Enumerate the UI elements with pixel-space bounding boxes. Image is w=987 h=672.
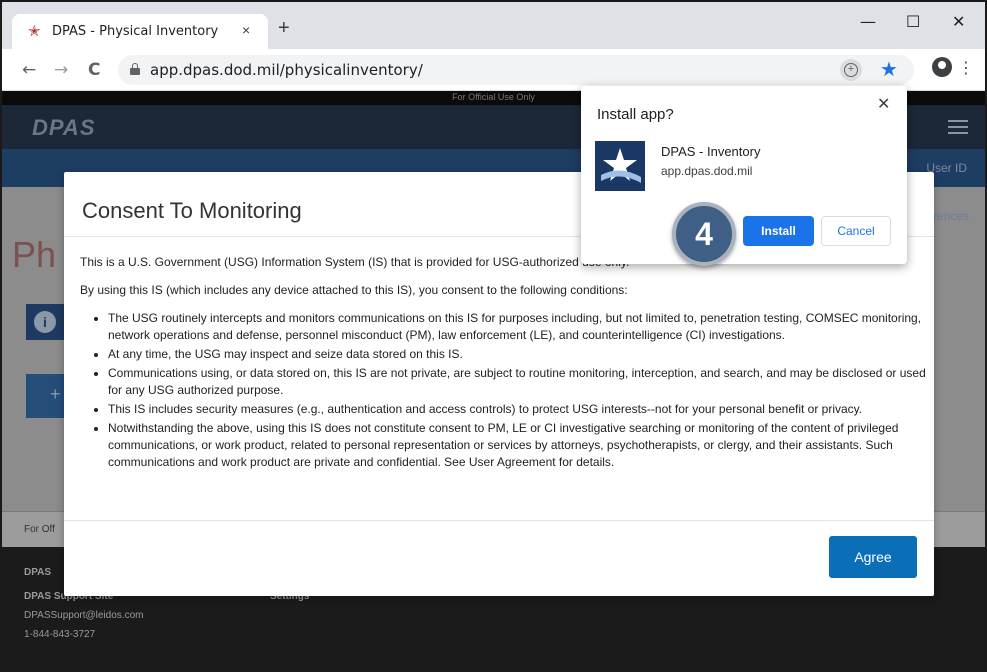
maximize-icon[interactable]: ☐: [906, 12, 920, 31]
condition-item: The USG routinely intercepts and monitor…: [108, 310, 926, 344]
popup-close-icon[interactable]: ✕: [877, 94, 890, 113]
info-icon: i: [34, 311, 56, 333]
condition-item: Notwithstanding the above, using this IS…: [108, 420, 926, 471]
browser-toolbar: ← → C app.dpas.dod.mil/physicalinventory…: [2, 49, 985, 91]
install-app-popup: Install app? ✕ DPAS - Inventory app.dpas…: [581, 86, 907, 264]
hamburger-menu-icon[interactable]: [948, 120, 968, 134]
modal-title: Consent To Monitoring: [82, 198, 302, 223]
minimize-icon[interactable]: —: [860, 12, 876, 31]
info-panel: i: [26, 304, 66, 340]
new-tab-icon[interactable]: +: [278, 18, 290, 38]
account-icon[interactable]: [932, 57, 952, 77]
conditions-list: The USG routinely intercepts and monitor…: [108, 310, 926, 471]
install-button[interactable]: Install: [743, 216, 814, 246]
cancel-button[interactable]: Cancel: [821, 216, 891, 246]
condition-item: Communications using, or data stored on,…: [108, 365, 926, 399]
plus-icon: +: [50, 384, 61, 404]
forward-icon[interactable]: →: [54, 60, 68, 80]
footer-official-text: For Off: [24, 524, 55, 535]
install-app-icon[interactable]: +: [840, 59, 862, 81]
tab-title: DPAS - Physical Inventory: [52, 24, 219, 39]
browser-menu-icon[interactable]: ⋮: [958, 58, 974, 77]
dpas-app-icon: [595, 141, 645, 191]
popup-title: Install app?: [597, 106, 674, 123]
modal-body: This is a U.S. Government (USG) Informat…: [80, 254, 926, 473]
dpas-favicon-icon: ✭: [28, 23, 41, 40]
address-bar[interactable]: app.dpas.dod.mil/physicalinventory/ + ★: [118, 55, 914, 85]
modal-footer-divider: [64, 520, 934, 521]
app-url: app.dpas.dod.mil: [661, 164, 753, 178]
lock-icon: [130, 63, 140, 75]
agree-button[interactable]: Agree: [829, 536, 917, 578]
footer-heading: DPAS: [24, 567, 52, 578]
support-phone: 1-844-843-3727: [24, 629, 96, 640]
screenshot-frame: ✭ DPAS - Physical Inventory × + — ☐ ✕ ← …: [0, 0, 987, 672]
app-name: DPAS - Inventory: [661, 144, 761, 159]
preferences-link[interactable]: rences: [933, 209, 969, 223]
reload-icon[interactable]: C: [88, 60, 100, 80]
browser-tab-bar: ✭ DPAS - Physical Inventory × + — ☐ ✕: [2, 2, 985, 49]
support-email[interactable]: DPASSupport@leidos.com: [24, 610, 143, 621]
tab-close-icon[interactable]: ×: [242, 22, 250, 38]
back-icon[interactable]: ←: [22, 60, 36, 80]
add-button[interactable]: +: [26, 374, 66, 418]
page-title: Ph: [12, 234, 57, 275]
window-close-icon[interactable]: ✕: [952, 12, 965, 31]
url-text: app.dpas.dod.mil/physicalinventory/: [150, 61, 423, 79]
dpas-logo: DPAS: [32, 115, 96, 140]
conditions-intro: By using this IS (which includes any dev…: [80, 283, 628, 297]
step-number-badge: 4: [672, 202, 736, 266]
bookmark-star-icon[interactable]: ★: [880, 57, 898, 82]
condition-item: This IS includes security measures (e.g.…: [108, 401, 926, 418]
browser-tab[interactable]: ✭ DPAS - Physical Inventory ×: [12, 14, 268, 49]
condition-item: At any time, the USG may inspect and sei…: [108, 346, 926, 363]
